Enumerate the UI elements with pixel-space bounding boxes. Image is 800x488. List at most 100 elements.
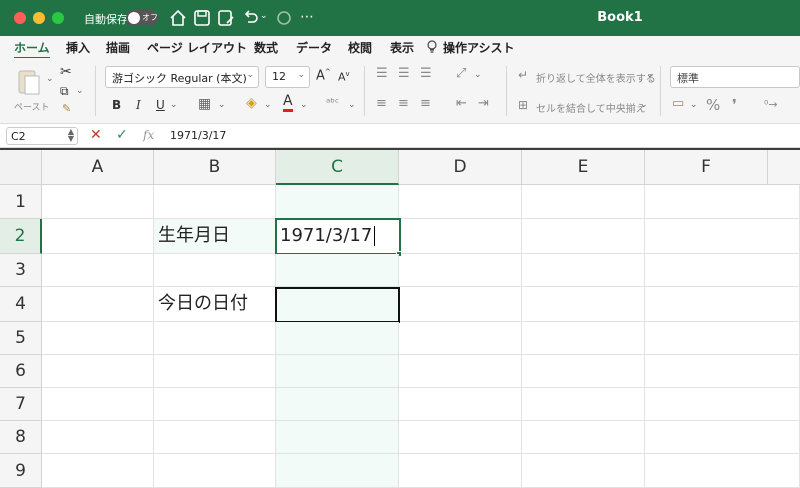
cell-f1[interactable] — [645, 185, 800, 219]
cell-b2[interactable]: 生年月日 — [154, 219, 276, 254]
increase-indent-icon[interactable]: ⇥ — [478, 96, 489, 111]
cell-d3[interactable] — [399, 254, 522, 287]
more-icon[interactable]: ⋯ — [300, 9, 320, 29]
insert-function-icon[interactable]: fx — [143, 128, 154, 142]
tab-data[interactable]: データ — [296, 39, 332, 56]
minimize-window-button[interactable] — [33, 12, 45, 24]
column-header-b[interactable]: B — [154, 150, 276, 185]
align-center-icon[interactable]: ≡ — [398, 96, 409, 111]
redo-icon[interactable] — [274, 8, 294, 28]
cell-a1[interactable] — [42, 185, 154, 219]
cell-c5[interactable] — [276, 322, 399, 355]
fill-color-icon[interactable]: ◈ — [246, 95, 257, 111]
cell-f8[interactable] — [645, 421, 800, 454]
cell-a2[interactable] — [42, 219, 154, 254]
percent-icon[interactable]: % — [706, 96, 720, 114]
row-header-4[interactable]: 4 — [0, 287, 42, 322]
cell-a8[interactable] — [42, 421, 154, 454]
tab-insert[interactable]: 挿入 — [66, 39, 90, 56]
cell-e9[interactable] — [522, 454, 645, 488]
cell-c3[interactable] — [276, 254, 399, 287]
font-name-select[interactable]: 游ゴシック Regular (本文) ⌄ — [105, 66, 259, 88]
cell-f5[interactable] — [645, 322, 800, 355]
tab-page-layout[interactable]: ページ レイアウト — [147, 39, 247, 56]
cell-f7[interactable] — [645, 388, 800, 421]
column-header-c[interactable]: C — [276, 150, 399, 185]
cell-d7[interactable] — [399, 388, 522, 421]
underline-chevron-icon[interactable]: ⌄ — [170, 100, 178, 110]
cell-d6[interactable] — [399, 355, 522, 388]
cell-e8[interactable] — [522, 421, 645, 454]
cell-a6[interactable] — [42, 355, 154, 388]
font-color-icon[interactable]: A — [283, 94, 293, 112]
cell-e1[interactable] — [522, 185, 645, 219]
font-color-chevron-icon[interactable]: ⌄ — [300, 100, 308, 110]
formula-input[interactable]: 1971/3/17 — [170, 129, 226, 142]
column-header-d[interactable]: D — [399, 150, 522, 185]
cell-f2[interactable] — [645, 219, 800, 254]
format-painter-icon[interactable]: ✎ — [62, 102, 71, 115]
wrap-text-icon[interactable]: ↵ — [518, 68, 528, 82]
align-bottom-icon[interactable]: ☰ — [420, 66, 432, 81]
merge-icon[interactable]: ⊞ — [518, 98, 528, 112]
bold-button[interactable]: B — [112, 98, 121, 112]
cell-a7[interactable] — [42, 388, 154, 421]
cell-b1[interactable] — [154, 185, 276, 219]
cancel-entry-icon[interactable]: ✕ — [90, 127, 102, 143]
align-middle-icon[interactable]: ☰ — [398, 66, 410, 81]
cell-d5[interactable] — [399, 322, 522, 355]
font-size-select[interactable]: 12 ⌄ — [265, 66, 310, 88]
save-icon[interactable] — [192, 8, 212, 28]
comma-style-icon[interactable]: ❜ — [732, 96, 737, 114]
align-top-icon[interactable]: ☰ — [376, 66, 388, 81]
underline-button[interactable]: U — [156, 98, 165, 112]
cell-a9[interactable] — [42, 454, 154, 488]
paste-icon[interactable] — [14, 66, 44, 96]
cell-e3[interactable] — [522, 254, 645, 287]
cell-c6[interactable] — [276, 355, 399, 388]
phonetic-chevron-icon[interactable]: ⌄ — [348, 100, 356, 110]
row-header-3[interactable]: 3 — [0, 254, 42, 287]
cell-b4[interactable]: 今日の日付 — [154, 287, 276, 322]
cell-a4[interactable] — [42, 287, 154, 322]
cell-e7[interactable] — [522, 388, 645, 421]
cell-d4[interactable] — [400, 287, 522, 322]
copy-chevron-icon[interactable]: ⌄ — [76, 86, 84, 96]
cell-b8[interactable] — [154, 421, 276, 454]
cell-f6[interactable] — [645, 355, 800, 388]
cell-b5[interactable] — [154, 322, 276, 355]
cut-icon[interactable]: ✂ — [60, 64, 72, 80]
tab-view[interactable]: 表示 — [390, 39, 414, 56]
column-header-a[interactable]: A — [42, 150, 154, 185]
cell-b3[interactable] — [154, 254, 276, 287]
merge-center-button[interactable]: セルを結合して中央揃え — [536, 100, 646, 115]
orientation-chevron-icon[interactable]: ⌄ — [474, 70, 482, 80]
tell-me-search[interactable]: 操作アシスト — [443, 39, 515, 56]
align-right-icon[interactable]: ≡ — [420, 96, 431, 111]
phonetic-icon[interactable]: ᵃᵇᶜ — [326, 96, 339, 109]
tab-formulas[interactable]: 数式 — [254, 39, 278, 56]
cell-c7[interactable] — [276, 388, 399, 421]
cell-c4[interactable] — [275, 287, 400, 323]
wrap-chevron-icon[interactable]: ⌄ — [646, 70, 654, 80]
row-header-8[interactable]: 8 — [0, 421, 42, 454]
currency-icon[interactable]: ▭ — [672, 96, 684, 111]
align-left-icon[interactable]: ≡ — [376, 96, 387, 111]
merge-chevron-icon[interactable]: ⌄ — [640, 100, 648, 110]
cell-b6[interactable] — [154, 355, 276, 388]
fill-color-chevron-icon[interactable]: ⌄ — [264, 100, 272, 110]
tab-home[interactable]: ホーム — [14, 39, 50, 60]
cell-c1[interactable] — [276, 185, 399, 219]
active-cell-c2[interactable]: 1971/3/17 — [275, 218, 401, 255]
maximize-window-button[interactable] — [52, 12, 64, 24]
cell-e4[interactable] — [522, 287, 645, 322]
close-window-button[interactable] — [14, 12, 26, 24]
cell-f9[interactable] — [645, 454, 800, 488]
cell-f3[interactable] — [645, 254, 800, 287]
row-header-1[interactable]: 1 — [0, 185, 42, 219]
name-box[interactable]: C2 ▲ ▼ — [6, 127, 78, 145]
cell-d9[interactable] — [399, 454, 522, 488]
row-header-6[interactable]: 6 — [0, 355, 42, 388]
cell-c9[interactable] — [276, 454, 399, 488]
cell-a5[interactable] — [42, 322, 154, 355]
